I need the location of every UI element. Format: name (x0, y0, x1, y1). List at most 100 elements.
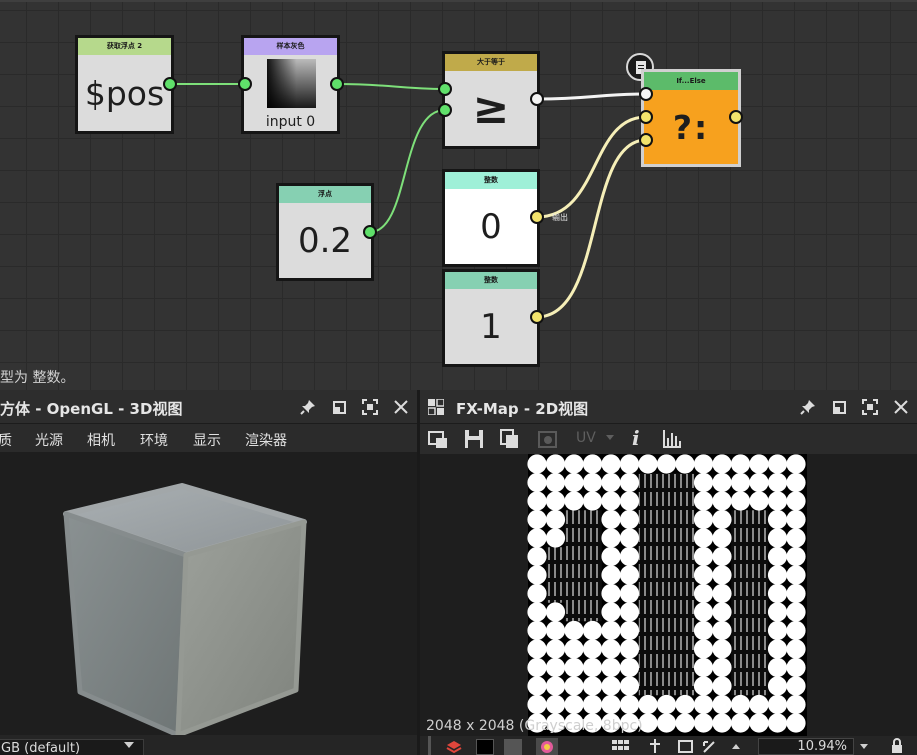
input-port-b[interactable] (438, 103, 452, 117)
fx-map-dot (527, 546, 547, 567)
lock-icon[interactable] (890, 738, 904, 754)
cube-preview (63, 483, 307, 735)
fx-map-dot (601, 583, 621, 604)
menu-item-renderer[interactable]: 渲染器 (245, 430, 287, 450)
node-if-else[interactable]: If...Else ?: (641, 69, 741, 167)
node-integer-0[interactable]: 整数 0 (442, 169, 540, 267)
fx-map-dot (693, 454, 714, 474)
fx-map-texture-region (731, 510, 769, 696)
maximize-icon[interactable] (362, 399, 378, 415)
node-value: 0 (445, 189, 537, 264)
fx-map-dot (601, 639, 621, 659)
wire-int1-to-ifelse (536, 138, 647, 319)
fx-map-dot (564, 657, 584, 678)
fx-map-dot (545, 472, 566, 493)
fx-map-dot (527, 620, 547, 641)
fx-map-dot (582, 454, 603, 474)
input-port-a[interactable] (438, 82, 452, 96)
fx-map-dot (693, 620, 714, 641)
histogram-icon[interactable] (662, 429, 682, 449)
output-port[interactable] (163, 77, 177, 91)
node-integer-1[interactable]: 整数 1 (442, 269, 540, 367)
save-icon[interactable] (464, 429, 484, 449)
fx-map-texture-region (638, 473, 695, 696)
color-channels-icon[interactable] (536, 738, 558, 755)
grip-handle[interactable] (428, 736, 431, 755)
fx-map-dot (767, 676, 788, 696)
uv-toggle[interactable]: UV (576, 430, 596, 446)
input-port-true[interactable] (639, 110, 653, 124)
node-sample-gray[interactable]: 样本灰色 input 0 (241, 35, 340, 134)
output-port[interactable] (530, 210, 544, 224)
fx-map-dot (693, 546, 714, 567)
fx-map-dot (527, 639, 547, 659)
pixel-ratio-icon[interactable] (702, 739, 716, 753)
fx-map-dot (545, 657, 566, 678)
panel-title-icons (800, 399, 909, 415)
viewport-2d[interactable]: 2048 x 2048 (Grayscale, 8bpc) (420, 454, 917, 736)
fx-map-dot (767, 657, 788, 678)
snapshot-icon[interactable] (538, 429, 558, 449)
fx-map-dot (619, 620, 640, 641)
close-icon[interactable] (893, 399, 909, 415)
float-window-icon[interactable] (331, 399, 347, 415)
fx-map-dot (786, 565, 806, 585)
menu-item-lights[interactable]: 光源 (35, 430, 63, 450)
menu-item-display[interactable]: 显示 (193, 430, 221, 450)
output-port[interactable] (530, 310, 544, 324)
grid-icon[interactable] (612, 739, 630, 753)
input-port-condition[interactable] (639, 87, 653, 101)
fx-map-dot (545, 491, 566, 511)
output-port[interactable] (530, 92, 544, 106)
fx-map-dot (767, 528, 788, 548)
node-value: $pos (84, 73, 165, 113)
fx-map-dot (582, 676, 603, 696)
close-icon[interactable] (393, 399, 409, 415)
fx-map-dot (601, 565, 621, 585)
gray-background-swatch[interactable] (504, 739, 522, 755)
viewport-3d[interactable] (0, 452, 417, 735)
menu-item-environment[interactable]: 环境 (140, 430, 168, 450)
node-graph[interactable]: 获取浮点 2 $pos 样本灰色 input 0 大于等于 ≥ 浮点 0.2 整… (0, 0, 917, 390)
node-float[interactable]: 浮点 0.2 (276, 183, 374, 281)
fx-map-dot (527, 528, 547, 548)
menu-item-material[interactable]: 质 (0, 430, 12, 450)
node-header: 浮点 (279, 186, 371, 203)
panel-titlebar: FX-Map - 2D视图 (420, 390, 917, 424)
pin-icon[interactable] (300, 399, 316, 415)
fx-map-dot (712, 454, 732, 474)
fit-view-icon[interactable] (678, 739, 694, 753)
anchor-icon[interactable] (648, 738, 662, 754)
copy-icon[interactable] (500, 429, 520, 449)
zoom-input[interactable]: 10.94% (758, 738, 854, 755)
input-port-false[interactable] (639, 133, 653, 147)
export-image-icon[interactable] (428, 429, 448, 449)
chevron-up-icon[interactable] (732, 744, 740, 749)
output-port[interactable] (363, 225, 377, 239)
fx-map-dot (712, 528, 732, 548)
fx-map-dot (767, 639, 788, 659)
wire-int0-to-ifelse (536, 115, 647, 219)
layers-icon[interactable] (446, 739, 462, 755)
wire-compare-to-ifelse (536, 92, 647, 101)
input-port[interactable] (238, 77, 252, 91)
fx-map-dot (619, 509, 640, 530)
info-icon[interactable]: i (632, 426, 640, 450)
node-greater-equal[interactable]: 大于等于 ≥ (442, 51, 540, 149)
menu-item-camera[interactable]: 相机 (87, 430, 115, 450)
output-port[interactable] (729, 110, 743, 124)
chevron-down-icon[interactable] (860, 744, 868, 749)
pin-icon[interactable] (800, 399, 816, 415)
node-get-float2[interactable]: 获取浮点 2 $pos (75, 35, 174, 134)
black-background-swatch[interactable] (476, 739, 494, 755)
float-window-icon[interactable] (831, 399, 847, 415)
output-port[interactable] (330, 77, 344, 91)
fx-map-dot (619, 528, 640, 548)
fx-map-dot (693, 713, 714, 733)
fx-map-dot (656, 694, 677, 715)
colorspace-select[interactable]: GB (default) (0, 739, 144, 755)
chevron-down-icon[interactable] (606, 435, 614, 440)
fx-map-dot (619, 676, 640, 696)
maximize-icon[interactable] (862, 399, 878, 415)
fx-map-dot (582, 491, 603, 511)
